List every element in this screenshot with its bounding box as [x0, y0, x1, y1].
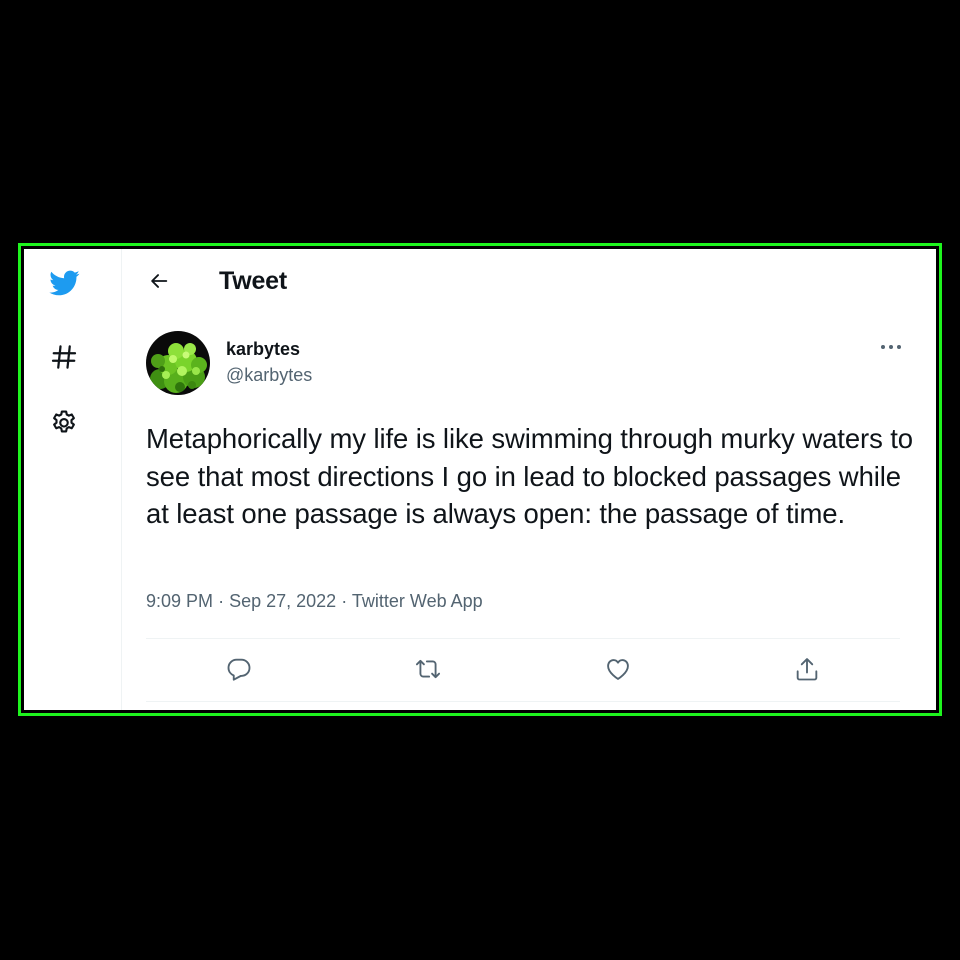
more-horizontal-icon	[881, 345, 901, 349]
arrow-left-icon	[151, 274, 168, 288]
sidebar-nav	[24, 249, 122, 710]
settings-gear-icon[interactable]	[44, 403, 84, 443]
tweet-time[interactable]: 9:09 PM	[146, 591, 213, 611]
twitter-bird-logo-icon[interactable]	[44, 263, 84, 303]
back-button[interactable]	[141, 263, 177, 299]
hashtag-explore-icon[interactable]	[44, 337, 84, 377]
tweet-source[interactable]: Twitter Web App	[352, 591, 483, 611]
green-foliage-avatar-image	[146, 331, 210, 395]
main-column: Tweet karbytes @karbytes Metaphorically …	[123, 249, 936, 710]
retweet-icon	[415, 659, 441, 679]
twitter-bird-logo-svg	[49, 270, 80, 296]
avatar[interactable]	[146, 331, 210, 395]
divider	[146, 638, 900, 639]
tweet-text: Metaphorically my life is like swimming …	[146, 423, 913, 529]
meta-separator: ·	[218, 591, 225, 611]
author-handle[interactable]: @karbytes	[226, 365, 312, 386]
author-display-name[interactable]: karbytes	[226, 339, 300, 360]
tweet-metadata: 9:09 PM · Sep 27, 2022 · Twitter Web App	[146, 591, 483, 612]
gear-svg	[53, 410, 75, 433]
tweet-date[interactable]: Sep 27, 2022	[229, 591, 336, 611]
reply-button[interactable]	[219, 651, 259, 687]
hashtag-svg	[51, 345, 77, 369]
more-options-button[interactable]	[873, 335, 909, 359]
share-upload-icon	[796, 658, 818, 681]
retweet-button[interactable]	[408, 651, 448, 687]
screenshot-frame: Tweet karbytes @karbytes Metaphorically …	[18, 243, 942, 716]
reply-icon	[227, 658, 251, 681]
page-header: Tweet	[123, 249, 936, 311]
like-button[interactable]	[598, 651, 638, 687]
divider	[146, 701, 900, 702]
twitter-page: Tweet karbytes @karbytes Metaphorically …	[24, 249, 936, 710]
page-title: Tweet	[219, 267, 287, 295]
heart-icon	[607, 659, 629, 680]
share-button[interactable]	[787, 651, 827, 687]
meta-separator: ·	[341, 591, 348, 611]
